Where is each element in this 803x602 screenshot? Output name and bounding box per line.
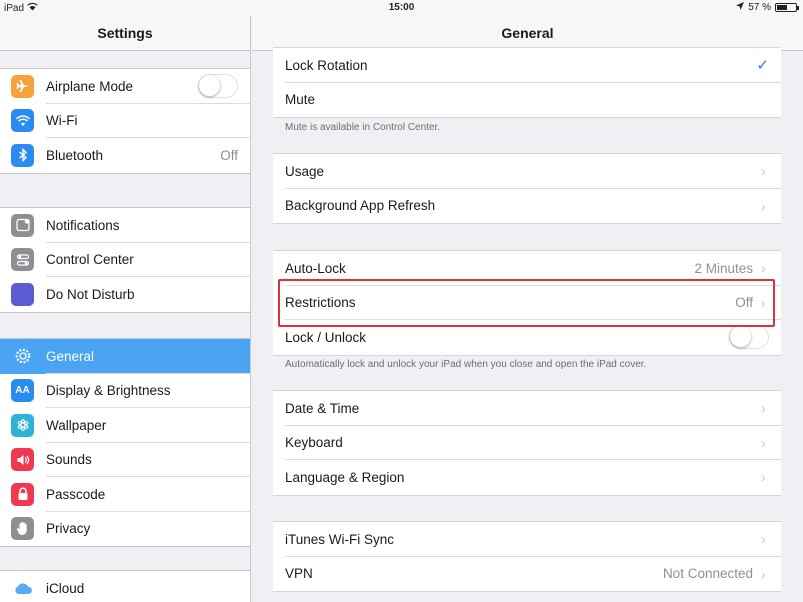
chevron-right-icon: › [761, 400, 766, 417]
sidebar-item-label: Airplane Mode [46, 78, 134, 94]
sidebar-item-wi-fi[interactable]: Wi-Fi [0, 104, 250, 139]
row-value: Not Connected [662, 566, 753, 582]
chevron-right-icon: › [761, 197, 766, 214]
sidebar-item-wallpaper[interactable]: Wallpaper [0, 408, 250, 443]
sidebar-item-icloud[interactable]: iCloud [0, 571, 250, 602]
chevron-right-icon: › [761, 565, 766, 582]
row-label: Mute [285, 92, 316, 108]
settings-group: Usage › Background App Refresh › [273, 153, 781, 224]
chevron-right-icon: › [761, 260, 766, 277]
sidebar-item-label: Passcode [46, 486, 106, 502]
control-center-icon [11, 248, 34, 272]
row-label: Lock / Unlock [285, 329, 367, 345]
row-mute[interactable]: Mute [273, 83, 781, 118]
display-icon: AA [11, 379, 34, 403]
status-bar: iPad 15:00 57 % [0, 0, 803, 16]
sidebar-group: General AA Display & Brightness Wallpaper So… [0, 338, 250, 547]
sidebar-item-passcode[interactable]: Passcode [0, 477, 250, 512]
row-label: Lock Rotation [285, 57, 368, 73]
sidebar-item-bluetooth[interactable]: Bluetooth Off [0, 138, 250, 173]
sidebar-item-label: Privacy [46, 521, 91, 537]
sidebar-group: iCloud [0, 570, 250, 602]
sidebar-item-airplane-mode[interactable]: Airplane Mode [0, 69, 250, 104]
row-vpn[interactable]: VPN Not Connected › [273, 557, 781, 592]
group-footer-note: Mute is available in Control Center. [285, 122, 441, 133]
sidebar-item-label: General [46, 348, 95, 364]
sidebar-item-label: Display & Brightness [46, 383, 171, 399]
row-background-app-refresh[interactable]: Background App Refresh › [273, 189, 781, 224]
sidebar-item-label: Wi-Fi [46, 113, 78, 129]
group-footer-note: Automatically lock and unlock your iPad … [285, 359, 647, 370]
bluetooth-icon [11, 143, 34, 167]
row-label: Language & Region [285, 469, 405, 485]
sidebar-item-label: Control Center [46, 252, 134, 268]
chevron-right-icon: › [761, 163, 766, 180]
toggle-knob [199, 75, 220, 97]
restrictions-highlight-box [278, 279, 775, 327]
sidebar-item-notifications[interactable]: Notifications [0, 208, 250, 243]
row-itunes-wi-fi-sync[interactable]: iTunes Wi-Fi Sync › [273, 522, 781, 557]
row-value: 2 Minutes [694, 260, 753, 276]
battery-percentage: 57 % [748, 2, 771, 13]
row-label: Usage [285, 163, 325, 179]
gear-icon [11, 345, 34, 368]
sidebar-title: Settings [0, 16, 250, 51]
chevron-right-icon: › [761, 469, 766, 486]
location-arrow-icon [736, 2, 745, 13]
row-label: Auto-Lock [285, 260, 346, 276]
cloud-icon [11, 576, 34, 600]
sidebar-item-label: iCloud [46, 580, 85, 596]
sidebar-item-do-not-disturb[interactable]: Do Not Disturb [0, 277, 250, 312]
sidebar-item-control-center[interactable]: Control Center [0, 243, 250, 278]
speaker-icon [11, 448, 34, 472]
sidebar-item-general[interactable]: General [0, 339, 250, 374]
row-date-and-time[interactable]: Date & Time › [273, 391, 781, 426]
lock-unlock-toggle[interactable] [729, 325, 769, 350]
toggle-knob [730, 326, 751, 348]
sidebar-item-privacy[interactable]: Privacy [0, 512, 250, 547]
sidebar-item-label: Notifications [46, 217, 120, 233]
row-usage[interactable]: Usage › [273, 154, 781, 189]
settings-group: iTunes Wi-Fi Sync › VPN Not Connected › [273, 521, 781, 592]
sidebar-item-label: Wallpaper [46, 417, 107, 433]
wallpaper-icon [11, 413, 34, 437]
sidebar-group: Notifications Control Center Do Not Distur… [0, 207, 250, 313]
wifi-icon [11, 109, 34, 133]
row-label: Keyboard [285, 435, 343, 451]
settings-group: Lock Rotation ✓ Mute [273, 47, 781, 118]
page-title: General [252, 16, 803, 51]
row-label: iTunes Wi-Fi Sync [285, 531, 395, 547]
checkmark-icon: ✓ [756, 57, 769, 75]
row-label: VPN [285, 566, 313, 582]
settings-group: Date & Time › Keyboard › Language & Region › [273, 390, 781, 496]
airplane-mode-toggle[interactable] [198, 74, 238, 99]
row-label: Background App Refresh [285, 198, 436, 214]
sidebar-item-label: Do Not Disturb [46, 286, 135, 302]
notifications-icon [11, 213, 34, 237]
row-language-and-region[interactable]: Language & Region › [273, 460, 781, 495]
sidebar-item-label: Sounds [46, 452, 92, 468]
sidebar-item-sounds[interactable]: Sounds [0, 443, 250, 478]
chevron-right-icon: › [761, 531, 766, 548]
sidebar-group: Airplane Mode Wi-Fi Bluetooth Off [0, 68, 250, 174]
row-keyboard[interactable]: Keyboard › [273, 426, 781, 461]
sidebar-item-label: Bluetooth [46, 147, 104, 163]
chevron-right-icon: › [761, 434, 766, 451]
status-time: 15:00 [388, 2, 415, 13]
sidebar-item-display-and-brightness[interactable]: AA Display & Brightness [0, 374, 250, 409]
moon-icon [11, 282, 34, 306]
airplane-icon [11, 74, 34, 98]
lock-icon [11, 482, 34, 506]
sidebar-item-value: Off [220, 147, 238, 163]
hand-icon [11, 517, 34, 541]
battery-icon [775, 3, 799, 12]
row-label: Date & Time [285, 400, 360, 416]
settings-sidebar: Settings Airplane Mode Wi-Fi Bluetooth Off N… [0, 16, 251, 602]
row-lock-rotation[interactable]: Lock Rotation ✓ [273, 48, 781, 83]
